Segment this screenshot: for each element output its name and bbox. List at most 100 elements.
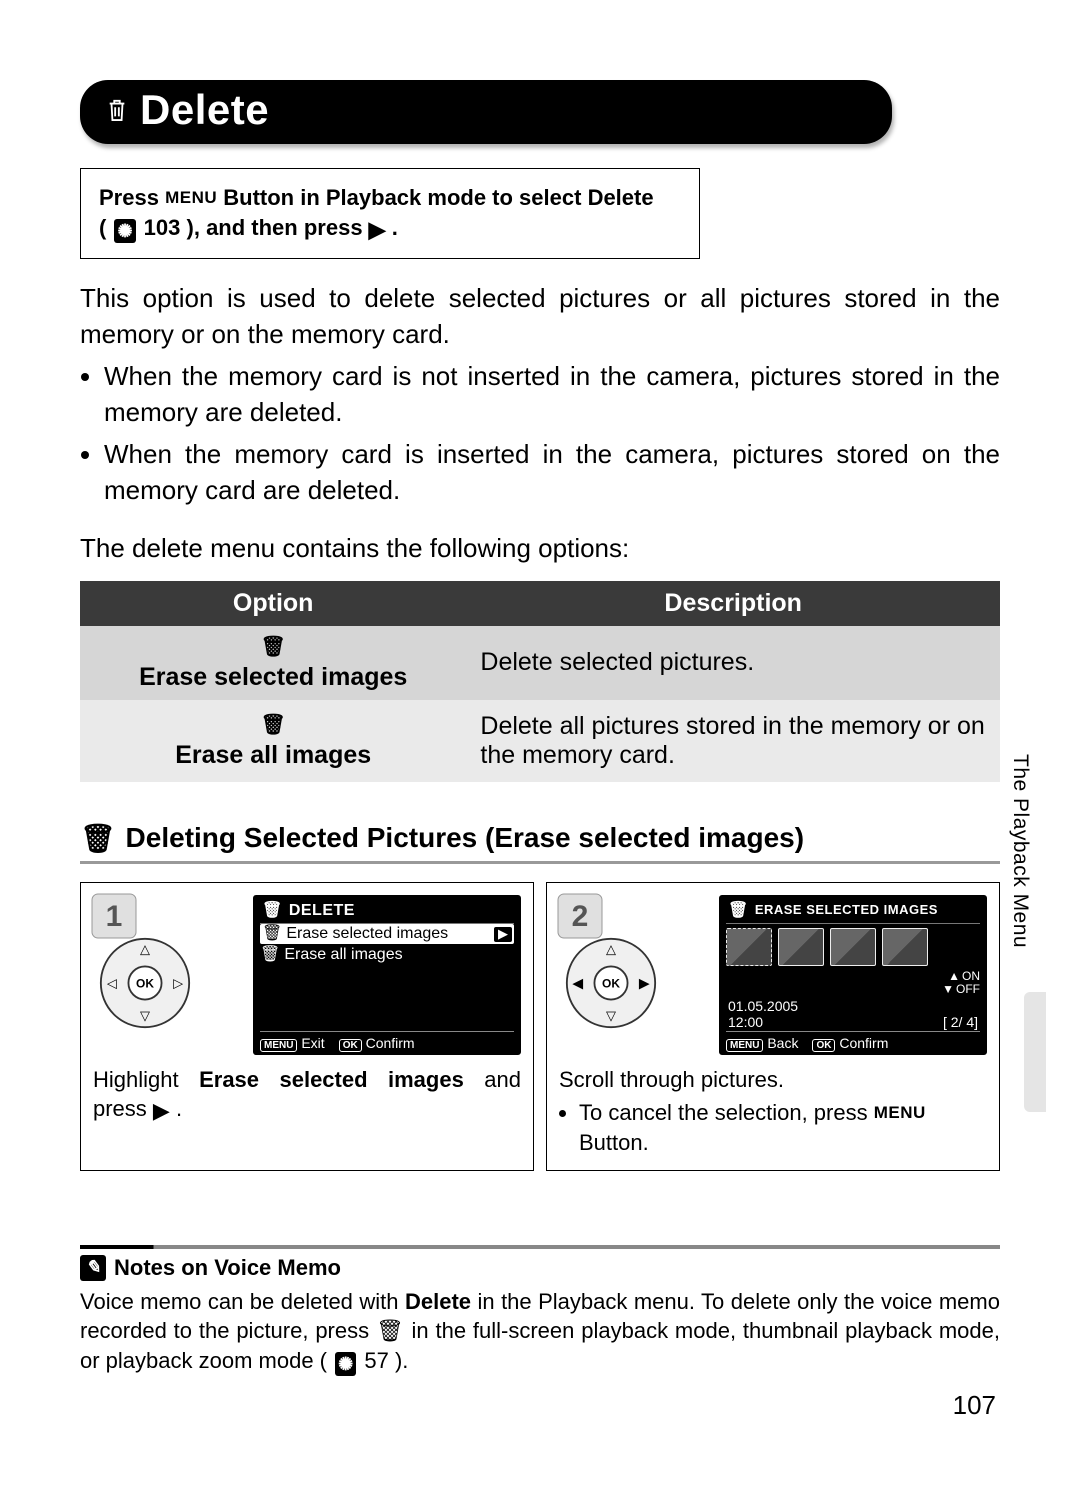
notes-text: ). bbox=[395, 1348, 408, 1373]
reference-number: 103 bbox=[144, 215, 181, 240]
reference-number: 57 bbox=[364, 1348, 388, 1373]
caption-text: Highlight bbox=[93, 1067, 199, 1092]
frame-count: [ 2/ 4] bbox=[943, 1014, 978, 1030]
caption-bold: Erase selected images bbox=[199, 1067, 464, 1092]
page-number: 107 bbox=[80, 1390, 1000, 1421]
table-intro: The delete menu contains the following o… bbox=[80, 531, 1000, 567]
right-arrow-icon: ▶ bbox=[494, 927, 512, 942]
side-tab bbox=[1024, 992, 1046, 1112]
caption-text: . bbox=[176, 1096, 182, 1121]
option-cell: 🗑 Erase selected images bbox=[80, 626, 466, 700]
lcd-title: DELETE bbox=[289, 902, 355, 920]
svg-text:▶: ▶ bbox=[638, 975, 650, 990]
notes-body: Voice memo can be deleted with Delete in… bbox=[80, 1287, 1000, 1377]
svg-text:OK: OK bbox=[602, 976, 620, 990]
trash-icon bbox=[106, 97, 128, 123]
step-number-2: 2 bbox=[557, 893, 603, 939]
thumbnail bbox=[778, 928, 824, 966]
instruction-text: Button in Playback mode to select bbox=[223, 185, 587, 210]
trash-icon: 🗑 bbox=[376, 1318, 405, 1343]
instruction-text: ( bbox=[99, 215, 106, 240]
step-2: 2 OK △ ▽ ◀ ▶ 🗑 ERASE SELECTED IMAGES bbox=[546, 882, 1000, 1171]
off-label: OFF bbox=[956, 983, 980, 996]
svg-text:◁: ◁ bbox=[107, 975, 117, 990]
step-1: 1 OK △ ▽ ◁ ▷ 🗑 DELETE 🗑 Erase selected i… bbox=[80, 882, 534, 1171]
right-arrow-icon: ▶ bbox=[369, 217, 386, 242]
lcd-screen-1: 🗑 DELETE 🗑 Erase selected images ▶ 🗑 Era… bbox=[253, 895, 521, 1055]
footer-confirm: Confirm bbox=[366, 1035, 415, 1051]
reference-badge: ✺ bbox=[335, 1352, 356, 1376]
svg-text:◀: ◀ bbox=[572, 975, 584, 990]
notes-bold: Delete bbox=[405, 1289, 471, 1314]
step-caption: Highlight Erase selected images and pres… bbox=[93, 1065, 521, 1126]
notes-heading-text: Notes on Voice Memo bbox=[114, 1255, 341, 1281]
list-item: When the memory card is inserted in the … bbox=[104, 437, 1000, 509]
thumbnail bbox=[882, 928, 928, 966]
thumbnail bbox=[726, 928, 772, 966]
footer-confirm: Confirm bbox=[839, 1035, 888, 1051]
bullet-text: Button. bbox=[579, 1130, 649, 1155]
time: 12:00 bbox=[728, 1014, 763, 1030]
svg-text:OK: OK bbox=[136, 976, 154, 990]
instruction-text: Press bbox=[99, 185, 165, 210]
date: 01.05.2005 bbox=[728, 998, 798, 1014]
menu-key: MENU bbox=[874, 1103, 926, 1122]
th-description: Description bbox=[466, 581, 1000, 626]
step-number-1: 1 bbox=[91, 893, 137, 939]
right-arrow-icon: ▶ bbox=[153, 1098, 170, 1123]
erase-selected-icon: 🗑 bbox=[262, 925, 282, 943]
step-bullet-list: To cancel the selection, press MENU Butt… bbox=[559, 1098, 987, 1157]
on-off-labels: ▲ON ▼OFF bbox=[726, 970, 980, 996]
description-cell: Delete all pictures stored in the memory… bbox=[466, 700, 1000, 782]
list-item: When the memory card is not inserted in … bbox=[104, 359, 1000, 431]
pencil-icon: ✎ bbox=[80, 1255, 106, 1281]
table-intro-text: The delete menu contains the following o… bbox=[80, 531, 1000, 567]
thumbnail bbox=[830, 928, 876, 966]
bullet-list: When the memory card is not inserted in … bbox=[80, 359, 1000, 509]
list-item: To cancel the selection, press MENU Butt… bbox=[579, 1098, 987, 1157]
svg-text:△: △ bbox=[606, 941, 616, 956]
bullet-text: To cancel the selection, press bbox=[579, 1100, 874, 1125]
option-label: Erase all images bbox=[175, 741, 371, 769]
options-table: Option Description 🗑 Erase selected imag… bbox=[80, 581, 1000, 782]
dpad-icon: OK △ ▽ ◀ ▶ bbox=[565, 937, 657, 1029]
lcd-screen-2: 🗑 ERASE SELECTED IMAGES ▲ON ▼OFF 01.05.2… bbox=[719, 895, 987, 1055]
trash-icon: 🗑 bbox=[80, 822, 116, 855]
svg-text:2: 2 bbox=[572, 900, 589, 933]
dpad-icon: OK △ ▽ ◁ ▷ bbox=[99, 937, 191, 1029]
svg-text:▷: ▷ bbox=[173, 975, 183, 990]
instruction-text: . bbox=[392, 215, 398, 240]
svg-text:▽: ▽ bbox=[606, 1007, 616, 1022]
svg-text:▽: ▽ bbox=[140, 1007, 150, 1022]
intro-paragraph: This option is used to delete selected p… bbox=[80, 281, 1000, 353]
section-header: Delete bbox=[80, 80, 892, 144]
notes-heading: ✎ Notes on Voice Memo bbox=[80, 1255, 1000, 1281]
lcd-title: ERASE SELECTED IMAGES bbox=[755, 903, 938, 918]
side-section-label: The Playback Menu bbox=[1008, 754, 1032, 948]
notes-text: Voice memo can be deleted with bbox=[80, 1289, 405, 1314]
lcd-item: Erase all images bbox=[284, 946, 402, 964]
menu-badge: MENU bbox=[260, 1039, 297, 1052]
svg-text:1: 1 bbox=[106, 900, 123, 933]
erase-all-icon: 🗑 bbox=[94, 712, 452, 737]
erase-selected-icon: 🗑 bbox=[94, 634, 452, 659]
subsection-heading: 🗑 Deleting Selected Pictures (Erase sele… bbox=[80, 822, 1000, 864]
ok-badge: OK bbox=[339, 1039, 362, 1052]
erase-all-icon: 🗑 bbox=[260, 946, 280, 964]
header-title: Delete bbox=[140, 86, 269, 134]
menu-badge: MENU bbox=[726, 1039, 763, 1052]
menu-key: MENU bbox=[165, 188, 217, 207]
svg-text:△: △ bbox=[140, 941, 150, 956]
instruction-text: ), and then press bbox=[187, 215, 369, 240]
description-cell: Delete selected pictures. bbox=[466, 626, 1000, 700]
subsection-title: Deleting Selected Pictures (Erase select… bbox=[126, 822, 805, 854]
instruction-bold: Delete bbox=[588, 185, 654, 210]
reference-badge: ✺ bbox=[114, 219, 135, 243]
th-option: Option bbox=[80, 581, 466, 626]
option-label: Erase selected images bbox=[139, 663, 407, 691]
footer-back: Back bbox=[767, 1035, 798, 1051]
trash-icon: 🗑 bbox=[262, 902, 283, 920]
footer-exit: Exit bbox=[301, 1035, 324, 1051]
step-caption: Scroll through pictures. bbox=[559, 1065, 987, 1095]
notes-divider bbox=[80, 1245, 1000, 1249]
